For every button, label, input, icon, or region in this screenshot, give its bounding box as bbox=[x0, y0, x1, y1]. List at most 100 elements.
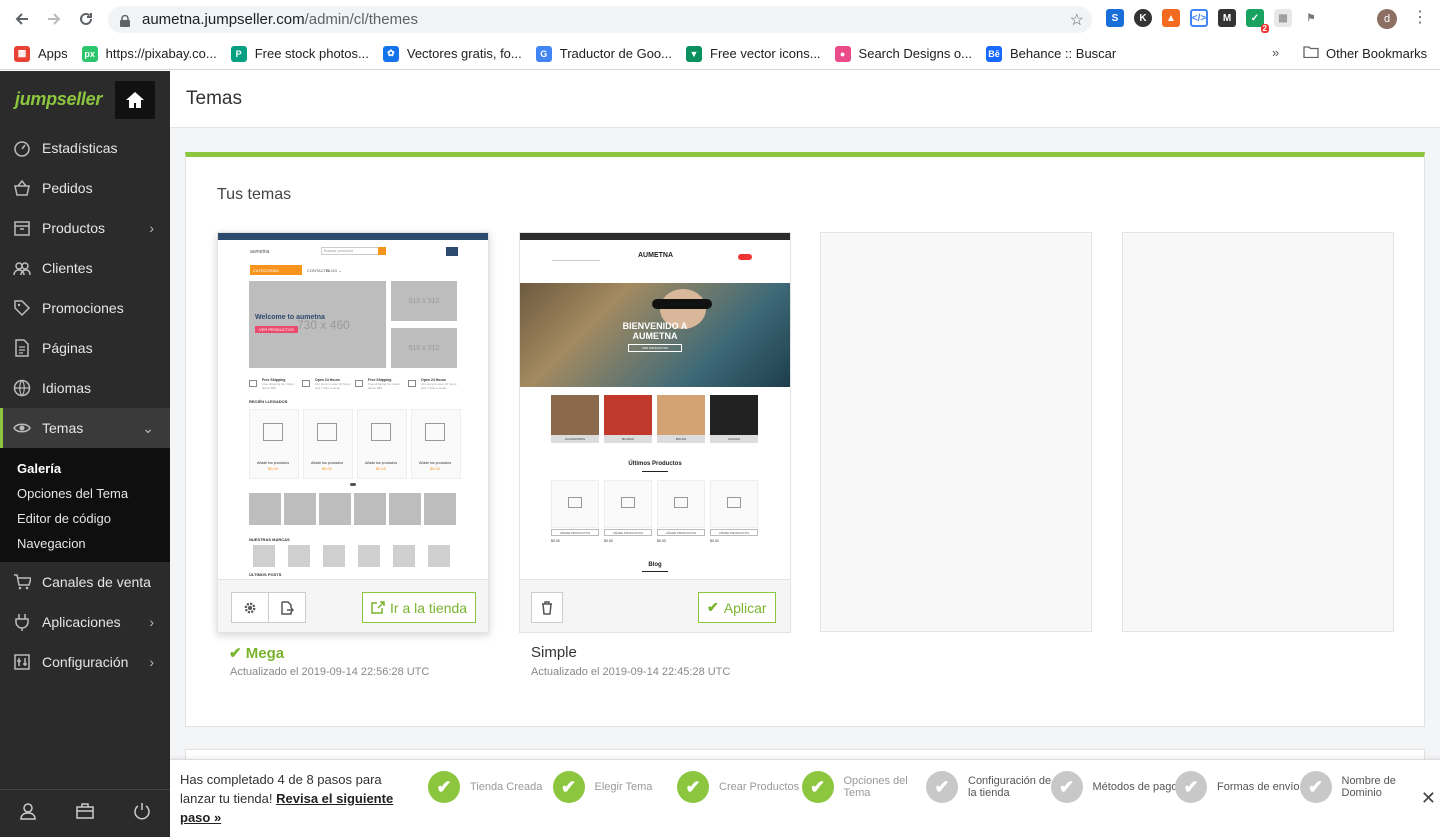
sidebar-item-idiomas[interactable]: Idiomas bbox=[0, 368, 170, 408]
onboarding-step[interactable]: ✔ Formas de envío bbox=[1175, 771, 1307, 803]
extension-code-icon[interactable]: </> bbox=[1190, 9, 1208, 27]
sidebar-item-temas[interactable]: Temas ⌄ bbox=[0, 408, 170, 448]
bookmark-item[interactable]: ▼ Free vector icons... bbox=[686, 45, 821, 62]
mega-search: Buscar producto bbox=[321, 247, 383, 255]
onboarding-step[interactable]: ✔ Tienda Creada bbox=[428, 771, 560, 803]
submenu-item[interactable]: Editor de código bbox=[0, 506, 170, 531]
menu-dots-icon[interactable]: ⋮ bbox=[1412, 10, 1428, 26]
onboarding-step[interactable]: ✔ Métodos de pago bbox=[1050, 771, 1183, 803]
check-circle-icon: ✔ bbox=[1299, 771, 1332, 803]
theme-name-simple[interactable]: Simple bbox=[531, 644, 577, 661]
plug-icon bbox=[12, 613, 32, 631]
extension-k-icon[interactable]: K bbox=[1134, 9, 1152, 27]
onboarding-step[interactable]: ✔ Nombre de Dominio bbox=[1299, 771, 1432, 803]
bookmark-favicon-icon: P bbox=[230, 45, 247, 62]
home-button[interactable] bbox=[115, 80, 155, 119]
sidebar-item-label: Idiomas bbox=[42, 380, 92, 396]
submenu-item[interactable]: Navegacion bbox=[0, 531, 170, 556]
sidebar-item-promociones[interactable]: Promociones bbox=[0, 288, 170, 328]
bookmark-favicon-icon: ▼ bbox=[686, 45, 702, 62]
mega-recent-label: RECIÉN LLEGADOS bbox=[249, 399, 288, 404]
theme-settings-button[interactable] bbox=[231, 592, 269, 623]
extension-s-icon[interactable]: S bbox=[1106, 9, 1124, 27]
gear-icon bbox=[244, 602, 256, 613]
bookmark-item[interactable]: G Traductor de Goo... bbox=[535, 45, 672, 62]
forward-icon[interactable] bbox=[38, 3, 70, 35]
bookmark-item[interactable]: Bē Behance :: Buscar bbox=[986, 45, 1117, 62]
sidebar-item-productos[interactable]: Productos › bbox=[0, 208, 170, 248]
other-bookmarks[interactable]: Other Bookmarks bbox=[1303, 45, 1427, 61]
jumpseller-logo[interactable]: jumpseller bbox=[15, 89, 102, 110]
sidebar-item-pginas[interactable]: Páginas bbox=[0, 328, 170, 368]
sidebar-item-estadsticas[interactable]: Estadísticas bbox=[0, 128, 170, 168]
cart-icon bbox=[12, 573, 32, 591]
bookmark-label: https://pixabay.co... bbox=[105, 46, 217, 61]
bookmark-star-icon[interactable]: ☆ bbox=[1070, 10, 1084, 30]
theme-name-mega[interactable]: ✔ Mega bbox=[229, 644, 284, 662]
sidebar-footer bbox=[0, 789, 170, 837]
sidebar-item-canalesdeventa[interactable]: Canales de venta bbox=[0, 562, 170, 602]
sidebar-item-clientes[interactable]: Clientes bbox=[0, 248, 170, 288]
bookmark-item[interactable]: ▦ Apps bbox=[14, 45, 68, 62]
mega-preview-thumbnail: aumetna Buscar producto CATEGORÍAS CONTA… bbox=[218, 233, 488, 579]
theme-card-mega[interactable]: aumetna Buscar producto CATEGORÍAS CONTA… bbox=[217, 232, 489, 633]
extension-grid-icon[interactable]: ▦ bbox=[1274, 9, 1292, 27]
bookmark-item[interactable]: px https://pixabay.co... bbox=[81, 45, 217, 62]
close-icon[interactable]: ✕ bbox=[1421, 788, 1436, 809]
onboarding-step[interactable]: ✔ Elegir Tema bbox=[552, 771, 685, 803]
trash-icon bbox=[542, 600, 552, 615]
apply-theme-button[interactable]: ✔ Aplicar bbox=[698, 592, 776, 623]
step-label: Nombre de Dominio bbox=[1341, 775, 1396, 799]
bookmark-item[interactable]: ✿ Vectores gratis, fo... bbox=[382, 45, 522, 62]
onboarding-step[interactable]: ✔ Configuración de la tienda bbox=[926, 771, 1058, 803]
address-bar[interactable]: aumetna.jumpseller.com/admin/cl/themes ☆ bbox=[108, 6, 1092, 33]
panel-title: Tus temas bbox=[217, 186, 292, 203]
back-icon[interactable] bbox=[6, 3, 38, 35]
carousel-dots bbox=[350, 483, 356, 486]
browser-toolbar: aumetna.jumpseller.com/admin/cl/themes ☆… bbox=[0, 0, 1440, 38]
mega-card-actions: Ir a la tienda bbox=[218, 579, 488, 632]
extension-shield-icon[interactable]: M bbox=[1218, 9, 1236, 27]
simple-hero-banner: BIENVENIDO A AUMETNA VER PRODUCTOS bbox=[520, 283, 790, 387]
bookmark-item[interactable]: ● Search Designs o... bbox=[834, 45, 972, 62]
product-price: $0.00 bbox=[376, 466, 387, 471]
bookmark-label: Behance :: Buscar bbox=[1010, 46, 1117, 61]
mega-side-banner-2: 510 x 312 bbox=[391, 328, 457, 368]
step-label: Tienda Creada bbox=[470, 781, 543, 793]
product-label: Añade tus productos bbox=[365, 461, 398, 465]
user-icon[interactable] bbox=[19, 802, 37, 825]
sidebar-item-pedidos[interactable]: Pedidos bbox=[0, 168, 170, 208]
sidebar-item-label: Aplicaciones bbox=[42, 614, 121, 630]
feature-text: Our store is open 24 hours and 7 days a … bbox=[421, 382, 457, 390]
mega-search-btn bbox=[378, 247, 386, 255]
extension-check-icon[interactable]: ✓ 2 bbox=[1246, 9, 1269, 33]
onboarding-step[interactable]: ✔ Crear Productos bbox=[677, 771, 809, 803]
url-host: aumetna.jumpseller.com bbox=[142, 11, 305, 28]
image-placeholder-icon bbox=[263, 423, 283, 441]
submenu-item[interactable]: Opciones del Tema bbox=[0, 481, 170, 506]
avatar[interactable]: d bbox=[1377, 9, 1397, 29]
sidebar-item-label: Configuración bbox=[42, 654, 129, 670]
bookmark-favicon-icon: Bē bbox=[986, 45, 1002, 62]
theme-export-button[interactable] bbox=[268, 592, 306, 623]
go-to-store-button[interactable]: Ir a la tienda bbox=[362, 592, 477, 623]
simple-search bbox=[552, 253, 600, 261]
extension-flag-icon[interactable]: ⚑ bbox=[1302, 9, 1320, 27]
power-icon[interactable] bbox=[133, 802, 151, 825]
delete-theme-button[interactable] bbox=[531, 592, 563, 623]
brand-logo bbox=[428, 545, 450, 567]
theme-card-simple[interactable]: AUMETNA BIENVENIDO A AUMETNA VER PRODUCT… bbox=[519, 232, 791, 633]
sidebar-item-aplicaciones[interactable]: Aplicaciones › bbox=[0, 602, 170, 642]
feature-text: Our store is open 24 hours and 7 days a … bbox=[315, 382, 351, 390]
onboarding-step[interactable]: ✔ Opciones del Tema bbox=[801, 771, 934, 803]
reload-icon[interactable] bbox=[70, 3, 102, 35]
submenu-item[interactable]: Galería bbox=[0, 456, 170, 481]
briefcase-icon[interactable] bbox=[76, 803, 94, 824]
mega-grid-tile bbox=[389, 493, 421, 525]
basket-icon bbox=[12, 179, 32, 197]
extension-chart-icon[interactable]: ▲ bbox=[1162, 9, 1180, 27]
sidebar-item-configuracin[interactable]: Configuración › bbox=[0, 642, 170, 682]
more-bookmarks-button[interactable]: » bbox=[1272, 45, 1279, 60]
bookmark-item[interactable]: P Free stock photos... bbox=[230, 45, 369, 62]
step-label: Opciones del Tema bbox=[843, 775, 908, 799]
